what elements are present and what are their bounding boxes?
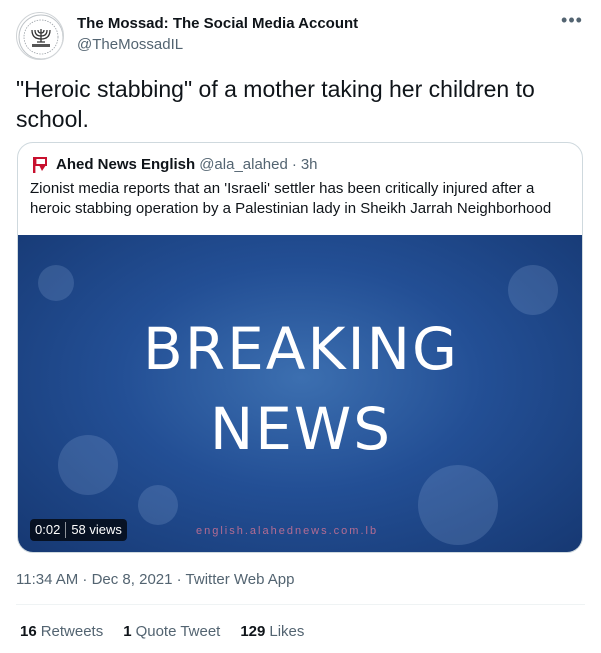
author-handle[interactable]: @TheMossadIL [77,35,358,55]
bokeh-decoration [38,265,74,301]
likes-count: 129 [240,623,266,640]
video-watermark: english.alahednews.com.lb [196,525,379,537]
engagement-stats: 16 Retweets 1 Quote Tweet 129 Likes [20,622,324,642]
tweet-header: The Mossad: The Social Media Account @Th… [16,11,586,60]
quoted-tweet-time: 3h [300,156,318,173]
quotes-label: Quote Tweet [135,623,221,640]
tweet-text: "Heroic stabbing" of a mother taking her… [16,76,535,132]
quote-tweets-stat[interactable]: 1 Quote Tweet [123,622,220,642]
bokeh-decoration [508,265,558,315]
likes-stat[interactable]: 129 Likes [240,622,304,642]
quoted-tweet-text: Zionist media reports that an 'Israeli' … [30,180,552,217]
quotes-count: 1 [123,623,132,640]
video-duration: 0:02 [35,522,61,537]
video-info-badge: 0:02 58 views [30,519,127,541]
bokeh-decoration [418,465,498,545]
retweets-count: 16 [20,623,37,640]
likes-label: Likes [269,623,305,640]
quoted-author-name: Ahed News English [56,156,196,173]
retweets-label: Retweets [40,623,104,640]
quoted-separator: · [291,156,297,173]
quoted-tweet-header: Ahed News English @ala_alahed · 3h [30,155,318,175]
divider [16,604,585,605]
quoted-author-handle: @ala_alahed [199,156,288,173]
more-options-icon[interactable]: ••• [560,11,584,36]
red-flag-logo-icon[interactable] [30,155,50,175]
video-thumbnail[interactable]: BREAKING NEWS english.alahednews.com.lb … [18,235,582,552]
breaking-headline-line1: BREAKING [143,315,459,383]
retweets-stat[interactable]: 16 Retweets [20,622,103,642]
breaking-headline-line2: NEWS [209,395,393,463]
author-display-name[interactable]: The Mossad: The Social Media Account [77,14,358,34]
menorah-seal-icon[interactable] [16,12,64,60]
quoted-tweet-card[interactable]: Ahed News English @ala_alahed · 3h Zioni… [17,142,583,553]
video-views: 58 views [71,522,122,537]
tweet-meta[interactable]: 11:34 AM · Dec 8, 2021 · Twitter Web App [16,570,294,590]
bokeh-decoration [138,485,178,525]
